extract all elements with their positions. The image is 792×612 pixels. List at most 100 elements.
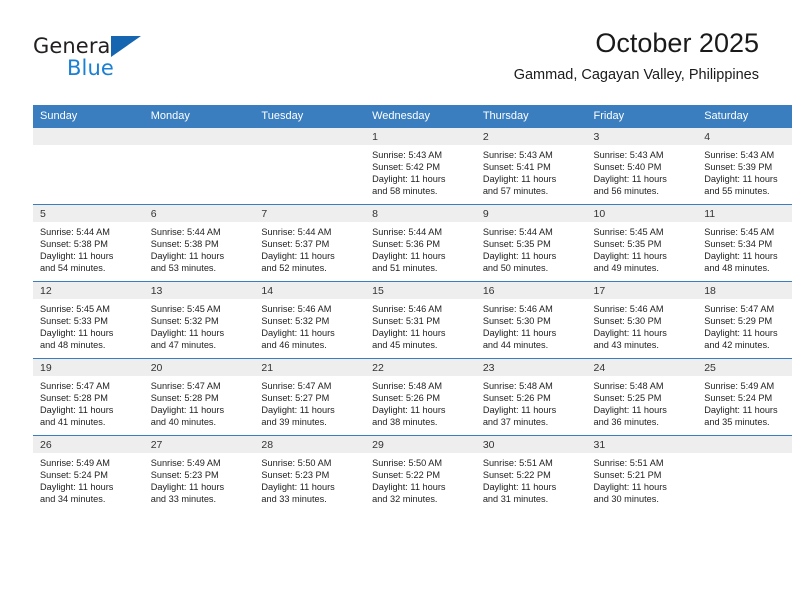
day-cell-inner: 4 Sunrise: 5:43 AM Sunset: 5:39 PM Daylight…	[697, 128, 792, 204]
day-details: Sunrise: 5:46 AM Sunset: 5:31 PM Daylight:…	[365, 299, 476, 351]
daylight-duration-line1: Daylight: 11 hours	[482, 405, 557, 416]
day-details: Sunrise: 5:50 AM Sunset: 5:22 PM Daylight:…	[365, 453, 476, 505]
page-title: October 2025	[595, 28, 759, 58]
daylight-duration-line1: Daylight: 11 hours	[150, 482, 225, 493]
sunrise-time: Sunrise: 5:49 AM	[704, 381, 775, 391]
calendar-day-cell[interactable]: 10 Sunrise: 5:45 AM Sunset: 5:35 PM Dayligh…	[586, 204, 698, 282]
sunset-time: Sunset: 5:26 PM	[482, 393, 551, 404]
daylight-duration-line1: Daylight: 11 hours	[482, 174, 557, 185]
day-details: Sunrise: 5:43 AM Sunset: 5:40 PM Daylight:…	[587, 145, 698, 197]
day-details: Sunrise: 5:46 AM Sunset: 5:30 PM Daylight:…	[476, 299, 587, 351]
daylight-duration-line1: Daylight: 11 hours	[261, 405, 335, 416]
calendar-day-cell[interactable]: 11 Sunrise: 5:45 AM Sunset: 5:34 PM Dayligh…	[697, 204, 792, 282]
daylight-duration-line1: Daylight: 11 hours	[40, 251, 114, 262]
sunrise-time: Sunrise: 5:48 AM	[593, 381, 664, 391]
day-cell-inner: 20 Sunrise: 5:47 AM Sunset: 5:28 PM Dayligh…	[143, 359, 255, 435]
weekday-header-wednesday: Wednesday	[365, 105, 476, 128]
daylight-duration-line1: Daylight: 11 hours	[372, 405, 446, 416]
day-cell-inner: 31 Sunrise: 5:51 AM Sunset: 5:21 PM Dayligh…	[586, 436, 698, 512]
sunrise-time: Sunrise: 5:45 AM	[593, 227, 664, 237]
daylight-duration-line2: and 38 minutes.	[372, 417, 438, 428]
sunset-time: Sunset: 5:23 PM	[261, 470, 330, 481]
day-number: 3	[586, 128, 698, 145]
sunset-time: Sunset: 5:22 PM	[372, 470, 441, 481]
calendar-day-cell[interactable]: 5 Sunrise: 5:44 AM Sunset: 5:38 PM Daylight…	[33, 204, 144, 282]
calendar-day-cell[interactable]: 12 Sunrise: 5:45 AM Sunset: 5:33 PM Dayligh…	[33, 281, 144, 359]
daylight-duration-line1: Daylight: 11 hours	[372, 482, 446, 493]
calendar-day-cell[interactable]: 1 Sunrise: 5:43 AM Sunset: 5:42 PM Daylight…	[365, 127, 476, 205]
calendar-day-cell[interactable]: 15 Sunrise: 5:46 AM Sunset: 5:31 PM Dayligh…	[365, 281, 476, 359]
sunrise-time: Sunrise: 5:44 AM	[372, 227, 443, 237]
sunrise-time: Sunrise: 5:47 AM	[261, 381, 332, 391]
calendar-day-cell[interactable]: 13 Sunrise: 5:45 AM Sunset: 5:32 PM Dayligh…	[143, 281, 255, 359]
day-details: Sunrise: 5:44 AM Sunset: 5:36 PM Daylight:…	[365, 222, 476, 274]
day-number: 23	[475, 359, 587, 376]
daylight-duration-line1: Daylight: 11 hours	[261, 328, 335, 339]
daylight-duration-line1: Daylight: 11 hours	[40, 482, 114, 493]
calendar-day-cell[interactable]: 29 Sunrise: 5:50 AM Sunset: 5:22 PM Dayligh…	[365, 435, 476, 512]
day-cell-inner: 13 Sunrise: 5:45 AM Sunset: 5:32 PM Dayligh…	[143, 282, 255, 358]
sunset-time: Sunset: 5:35 PM	[482, 239, 551, 250]
sunrise-time: Sunrise: 5:47 AM	[704, 304, 775, 314]
day-details: Sunrise: 5:47 AM Sunset: 5:28 PM Daylight:…	[33, 376, 144, 428]
sunrise-time: Sunrise: 5:50 AM	[372, 458, 443, 468]
daylight-duration-line1: Daylight: 11 hours	[482, 482, 557, 493]
calendar-day-cell[interactable]: 9 Sunrise: 5:44 AM Sunset: 5:35 PM Daylight…	[475, 204, 587, 282]
calendar-day-cell[interactable]: 3 Sunrise: 5:43 AM Sunset: 5:40 PM Daylight…	[586, 127, 698, 205]
daylight-duration-line1: Daylight: 11 hours	[593, 482, 667, 493]
calendar-day-cell[interactable]: 30 Sunrise: 5:51 AM Sunset: 5:22 PM Dayligh…	[475, 435, 587, 512]
day-cell-inner: 21 Sunrise: 5:47 AM Sunset: 5:27 PM Dayligh…	[254, 359, 366, 435]
day-cell-inner: 26 Sunrise: 5:49 AM Sunset: 5:24 PM Dayligh…	[33, 436, 144, 512]
day-number: 7	[254, 205, 366, 222]
day-details: Sunrise: 5:43 AM Sunset: 5:42 PM Daylight:…	[365, 145, 476, 197]
calendar-day-cell[interactable]: 4 Sunrise: 5:43 AM Sunset: 5:39 PM Daylight…	[697, 127, 792, 205]
daylight-duration-line2: and 54 minutes.	[40, 263, 106, 274]
calendar-day-cell[interactable]: 18 Sunrise: 5:47 AM Sunset: 5:29 PM Dayligh…	[697, 281, 792, 359]
calendar-week-row: 26 Sunrise: 5:49 AM Sunset: 5:24 PM Dayligh…	[33, 435, 792, 512]
sunrise-time: Sunrise: 5:43 AM	[704, 150, 775, 160]
daylight-duration-line2: and 44 minutes.	[482, 340, 549, 351]
calendar-day-cell[interactable]: 26 Sunrise: 5:49 AM Sunset: 5:24 PM Dayligh…	[33, 435, 144, 512]
generalblue-logo[interactable]: General Blue	[33, 34, 213, 90]
day-details: Sunrise: 5:43 AM Sunset: 5:39 PM Daylight:…	[697, 145, 792, 197]
day-cell-inner	[143, 128, 255, 204]
sunset-time: Sunset: 5:33 PM	[40, 316, 108, 327]
day-number: 21	[254, 359, 366, 376]
day-details: Sunrise: 5:49 AM Sunset: 5:23 PM Daylight:…	[144, 453, 255, 505]
calendar-day-cell[interactable]: 25 Sunrise: 5:49 AM Sunset: 5:24 PM Dayligh…	[697, 358, 792, 436]
daylight-duration-line1: Daylight: 11 hours	[372, 174, 446, 185]
sunset-time: Sunset: 5:37 PM	[261, 239, 330, 250]
calendar-day-cell[interactable]: 20 Sunrise: 5:47 AM Sunset: 5:28 PM Dayligh…	[143, 358, 255, 436]
daylight-duration-line1: Daylight: 11 hours	[150, 251, 225, 262]
sunset-time: Sunset: 5:28 PM	[40, 393, 108, 404]
calendar-day-cell[interactable]: 21 Sunrise: 5:47 AM Sunset: 5:27 PM Dayligh…	[254, 358, 366, 436]
calendar-day-cell[interactable]: 28 Sunrise: 5:50 AM Sunset: 5:23 PM Dayligh…	[254, 435, 366, 512]
calendar-day-cell[interactable]: 31 Sunrise: 5:51 AM Sunset: 5:21 PM Dayligh…	[586, 435, 698, 512]
calendar-day-cell[interactable]: 24 Sunrise: 5:48 AM Sunset: 5:25 PM Dayligh…	[586, 358, 698, 436]
day-details: Sunrise: 5:48 AM Sunset: 5:26 PM Daylight:…	[476, 376, 587, 428]
calendar-day-cell[interactable]: 7 Sunrise: 5:44 AM Sunset: 5:37 PM Daylight…	[254, 204, 366, 282]
calendar-day-cell[interactable]: 22 Sunrise: 5:48 AM Sunset: 5:26 PM Dayligh…	[365, 358, 476, 436]
day-cell-inner: 6 Sunrise: 5:44 AM Sunset: 5:38 PM Daylight…	[143, 205, 255, 281]
calendar-day-cell[interactable]: 14 Sunrise: 5:46 AM Sunset: 5:32 PM Dayligh…	[254, 281, 366, 359]
day-cell-inner: 23 Sunrise: 5:48 AM Sunset: 5:26 PM Dayligh…	[475, 359, 587, 435]
day-cell-inner: 12 Sunrise: 5:45 AM Sunset: 5:33 PM Dayligh…	[33, 282, 144, 358]
daylight-duration-line2: and 57 minutes.	[482, 186, 549, 197]
sunset-time: Sunset: 5:38 PM	[150, 239, 219, 250]
calendar-week-row: 5 Sunrise: 5:44 AM Sunset: 5:38 PM Daylight…	[33, 204, 792, 282]
daylight-duration-line2: and 53 minutes.	[150, 263, 217, 274]
calendar-day-cell[interactable]: 8 Sunrise: 5:44 AM Sunset: 5:36 PM Daylight…	[365, 204, 476, 282]
calendar-day-cell[interactable]: 6 Sunrise: 5:44 AM Sunset: 5:38 PM Daylight…	[143, 204, 255, 282]
calendar-day-cell[interactable]: 27 Sunrise: 5:49 AM Sunset: 5:23 PM Dayligh…	[143, 435, 255, 512]
calendar-day-cell[interactable]: 2 Sunrise: 5:43 AM Sunset: 5:41 PM Daylight…	[475, 127, 587, 205]
sunset-time: Sunset: 5:28 PM	[150, 393, 219, 404]
day-cell-inner: 14 Sunrise: 5:46 AM Sunset: 5:32 PM Dayligh…	[254, 282, 366, 358]
sunrise-time: Sunrise: 5:49 AM	[150, 458, 221, 468]
calendar-day-cell[interactable]: 16 Sunrise: 5:46 AM Sunset: 5:30 PM Dayligh…	[475, 281, 587, 359]
daylight-duration-line2: and 33 minutes.	[261, 494, 327, 505]
calendar-day-cell[interactable]: 23 Sunrise: 5:48 AM Sunset: 5:26 PM Dayligh…	[475, 358, 587, 436]
daylight-duration-line2: and 47 minutes.	[150, 340, 217, 351]
calendar-day-cell[interactable]: 17 Sunrise: 5:46 AM Sunset: 5:30 PM Dayligh…	[586, 281, 698, 359]
daylight-duration-line1: Daylight: 11 hours	[482, 251, 557, 262]
calendar-day-cell[interactable]: 19 Sunrise: 5:47 AM Sunset: 5:28 PM Dayligh…	[33, 358, 144, 436]
